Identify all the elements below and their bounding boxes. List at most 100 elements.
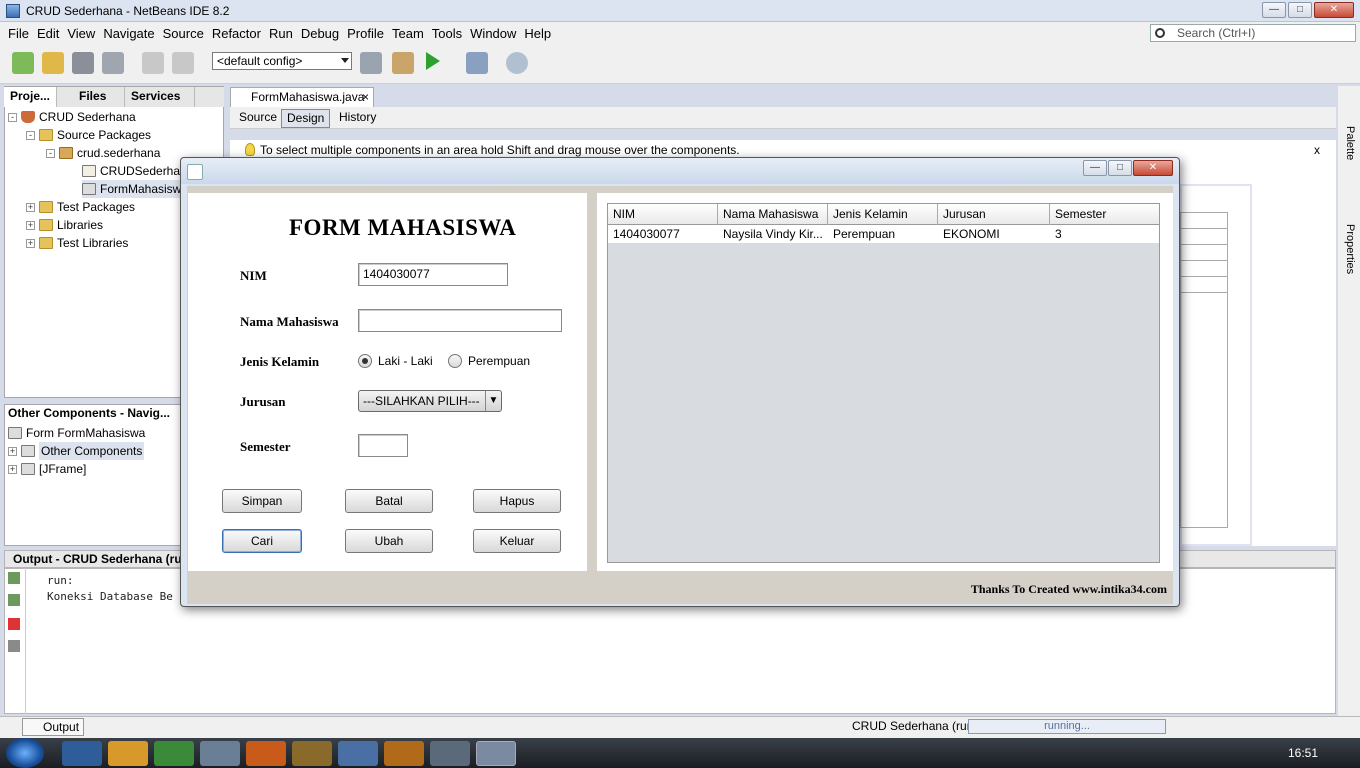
ubah-button[interactable]: Ubah (345, 529, 433, 553)
column-header-nama[interactable]: Nama Mahasiswa (718, 204, 828, 225)
tab-design[interactable]: Design (281, 109, 331, 128)
new-file-icon[interactable] (12, 52, 34, 74)
menu-view[interactable]: View (63, 26, 99, 41)
hapus-button[interactable]: Hapus (473, 489, 561, 513)
start-button-icon[interactable] (6, 738, 44, 768)
netbeans-taskbar-icon[interactable] (338, 741, 378, 766)
column-header-nim[interactable]: NIM (608, 204, 718, 225)
properties-tab[interactable]: Properties (1344, 224, 1356, 274)
menu-source[interactable]: Source (159, 26, 208, 41)
build-icon[interactable] (360, 52, 382, 74)
hint-close-button[interactable]: x (1314, 140, 1320, 160)
menu-team[interactable]: Team (388, 26, 428, 41)
batal-button[interactable]: Batal (345, 489, 433, 513)
app-close-button[interactable]: ✕ (1133, 160, 1173, 176)
firefox-taskbar-icon[interactable] (246, 741, 286, 766)
close-button[interactable]: ✕ (1314, 2, 1354, 18)
sublime-taskbar-icon[interactable] (384, 741, 424, 766)
collapse-icon[interactable]: - (26, 130, 35, 140)
output-bottom-tab[interactable]: Output (22, 718, 84, 736)
config-value: <default config> (217, 54, 303, 68)
menu-debug[interactable]: Debug (297, 26, 343, 41)
expand-icon[interactable]: + (26, 238, 35, 248)
stop-icon[interactable] (8, 618, 20, 630)
collapse-icon[interactable]: - (8, 112, 17, 122)
tab-services[interactable]: Services (125, 87, 196, 107)
tree-node-crudsederhana[interactable]: CRUDSederhana (82, 162, 193, 180)
rerun-icon[interactable] (8, 572, 20, 584)
column-header-jurusan[interactable]: Jurusan (938, 204, 1050, 225)
redo-icon[interactable] (172, 52, 194, 74)
menu-window[interactable]: Window (466, 26, 520, 41)
collapse-icon[interactable]: - (46, 148, 55, 158)
menu-run[interactable]: Run (265, 26, 297, 41)
clean-build-icon[interactable] (392, 52, 414, 74)
editor-tab-formmahasiswa[interactable]: FormMahasiswa.java × (230, 87, 374, 107)
expand-icon[interactable]: + (26, 202, 35, 212)
expand-icon[interactable]: + (8, 446, 17, 456)
menu-tools[interactable]: Tools (428, 26, 466, 41)
column-header-jenis-kelamin[interactable]: Jenis Kelamin (828, 204, 938, 225)
radio-perempuan[interactable] (448, 354, 462, 368)
menu-file[interactable]: File (4, 26, 33, 41)
search-input[interactable]: Search (Ctrl+I) (1150, 24, 1356, 42)
maximize-button[interactable]: □ (1288, 2, 1312, 18)
menu-help[interactable]: Help (520, 26, 555, 41)
table-row[interactable]: 1404030077 Naysila Vindy Kir... Perempua… (608, 225, 1159, 243)
new-project-icon[interactable] (42, 52, 64, 74)
open-project-icon[interactable] (72, 52, 94, 74)
palette-tab[interactable]: Palette (1344, 126, 1356, 160)
chrome-taskbar-icon[interactable] (154, 741, 194, 766)
menu-edit[interactable]: Edit (33, 26, 63, 41)
nama-field[interactable] (358, 309, 562, 332)
tab-projects[interactable]: Proje... (4, 87, 58, 107)
rerun-params-icon[interactable] (8, 594, 20, 606)
explorer-taskbar-icon[interactable] (200, 741, 240, 766)
nav-item-jframe[interactable]: + [JFrame] (8, 460, 86, 478)
save-all-icon[interactable] (102, 52, 124, 74)
undo-icon[interactable] (142, 52, 164, 74)
config-select[interactable]: <default config> (212, 52, 352, 70)
ie-taskbar-icon[interactable] (62, 741, 102, 766)
app-minimize-button[interactable]: — (1083, 160, 1107, 176)
expand-icon[interactable]: + (26, 220, 35, 230)
simpan-button[interactable]: Simpan (222, 489, 302, 513)
cari-button[interactable]: Cari (222, 529, 302, 553)
tree-node-project[interactable]: - CRUD Sederhana (8, 108, 136, 126)
nav-item-form[interactable]: Form FormMahasiswa (8, 424, 145, 442)
keluar-button[interactable]: Keluar (473, 529, 561, 553)
nim-field[interactable]: 1404030077 (358, 263, 508, 286)
tree-node-libraries[interactable]: + Libraries (26, 216, 103, 234)
radio-laki-laki[interactable] (358, 354, 372, 368)
tree-node-formmahasiswa[interactable]: FormMahasiswa. (82, 180, 192, 198)
semester-field[interactable] (358, 434, 408, 457)
tab-source[interactable]: Source (234, 109, 282, 128)
menu-navigate[interactable]: Navigate (99, 26, 158, 41)
settings-icon[interactable] (8, 640, 20, 652)
menu-refactor[interactable]: Refactor (208, 26, 265, 41)
label-semester: Semester (240, 439, 291, 454)
menu-profile[interactable]: Profile (343, 26, 388, 41)
profile-icon[interactable] (506, 52, 528, 74)
column-header-semester[interactable]: Semester (1050, 204, 1159, 225)
jurusan-select[interactable]: ---SILAHKAN PILIH--- ▼ (358, 390, 502, 412)
navigator-tree: Form FormMahasiswa + Other Components + [J… (8, 424, 208, 494)
nav-item-other-components[interactable]: + Other Components (8, 442, 145, 460)
java-app-taskbar-icon[interactable] (476, 741, 516, 766)
tree-node-package[interactable]: - crud.sederhana (46, 144, 160, 162)
tab-history[interactable]: History (334, 109, 381, 128)
media-taskbar-icon[interactable] (108, 741, 148, 766)
debug-icon[interactable] (466, 52, 488, 74)
run-icon[interactable] (426, 52, 440, 70)
minimize-button[interactable]: — (1262, 2, 1286, 18)
tree-node-test-libraries[interactable]: + Test Libraries (26, 234, 128, 252)
close-tab-icon[interactable]: × (362, 88, 369, 106)
tab-files[interactable]: Files (73, 87, 126, 107)
tree-node-source-packages[interactable]: - Source Packages (26, 126, 151, 144)
paint-taskbar-icon[interactable] (430, 741, 470, 766)
expand-icon[interactable]: + (8, 464, 17, 474)
mahasiswa-table[interactable]: NIM Nama Mahasiswa Jenis Kelamin Jurusan… (607, 203, 1160, 563)
winamp-taskbar-icon[interactable] (292, 741, 332, 766)
app-maximize-button[interactable]: □ (1108, 160, 1132, 176)
tree-node-test-packages[interactable]: + Test Packages (26, 198, 135, 216)
